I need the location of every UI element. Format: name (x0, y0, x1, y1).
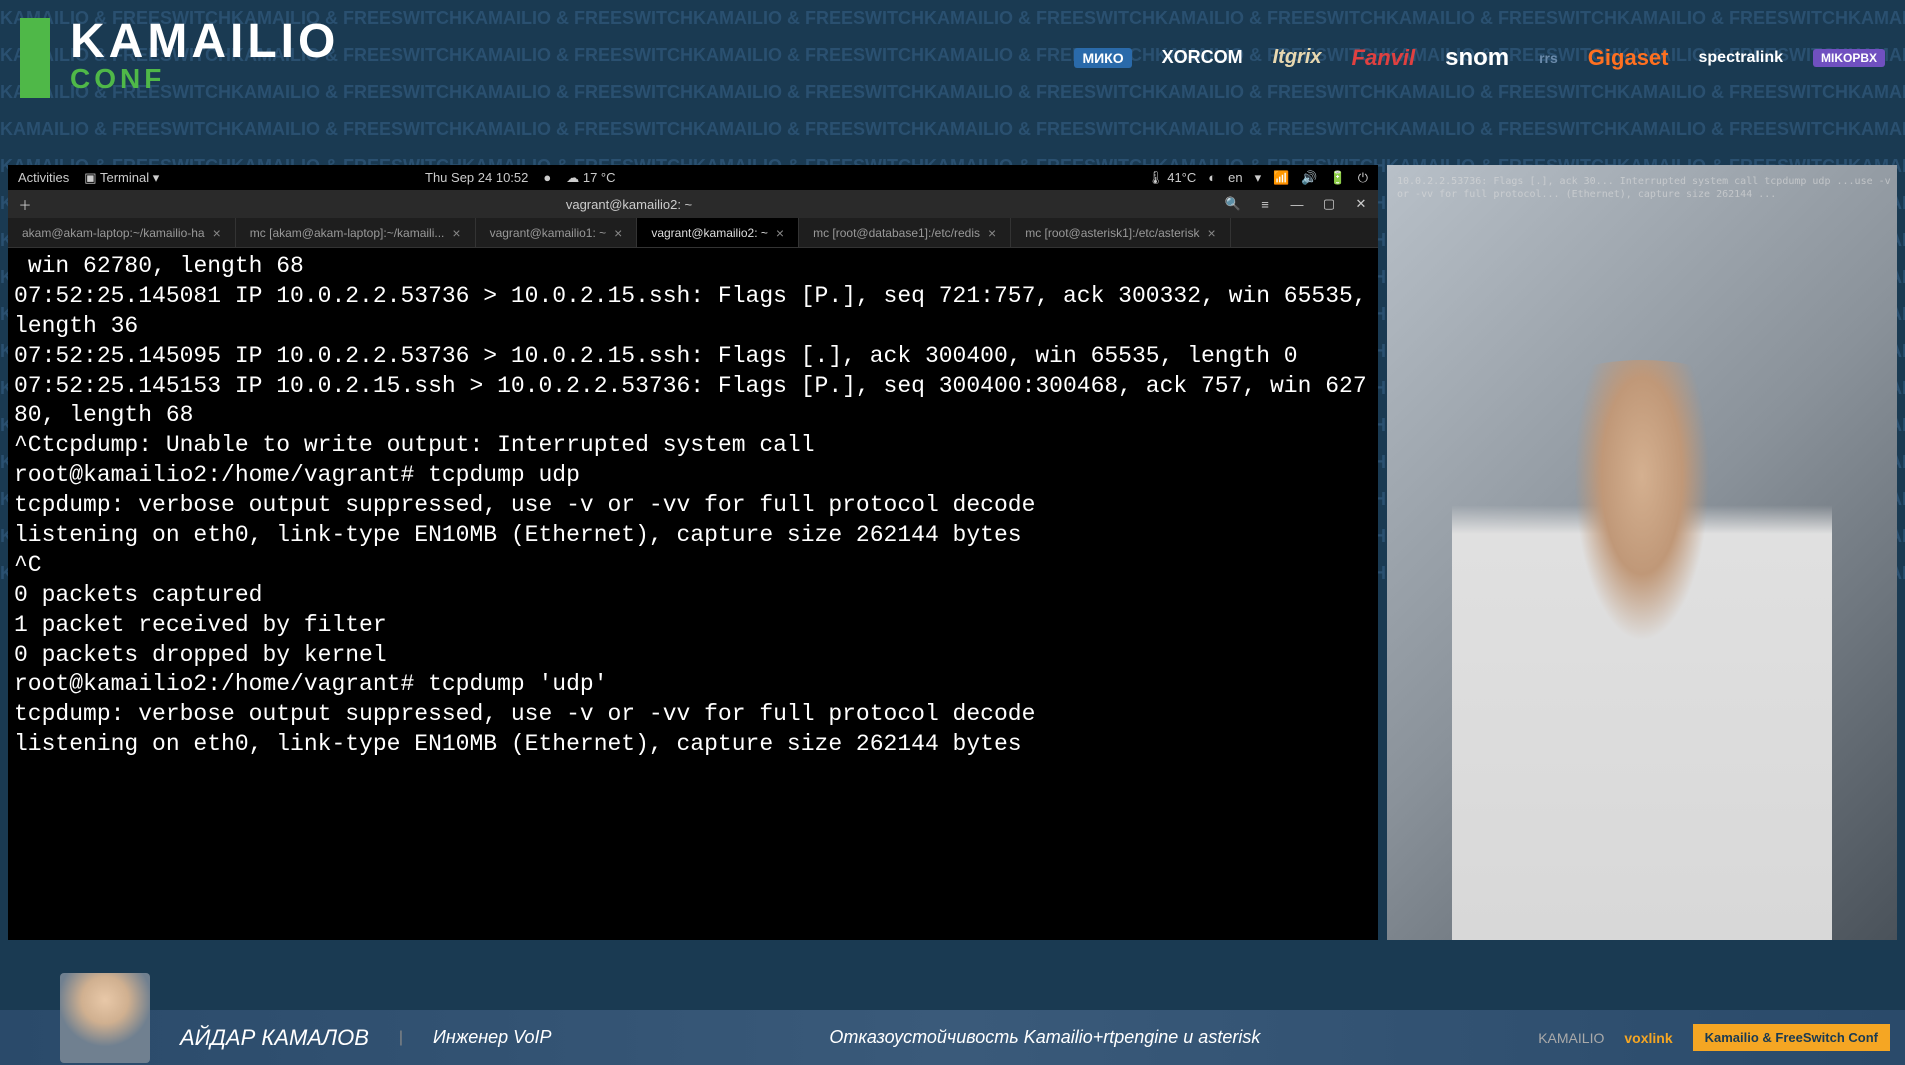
tab-close-icon[interactable]: × (452, 225, 460, 241)
footer-logo-voxlink: voxlink (1624, 1030, 1672, 1046)
conference-badge: Kamailio & FreeSwitch Conf (1693, 1024, 1890, 1051)
maximize-button[interactable]: ▢ (1320, 195, 1338, 213)
presenter-webcam: 10.0.2.2.53736: Flags [.], ack 30... Int… (1387, 165, 1897, 940)
sponsor-gigaset: Gigaset (1588, 45, 1669, 71)
window-title: vagrant@kamailio2: ~ (566, 197, 692, 212)
conference-header: KAMAILIO CONF МИКО XORCOM Itgrix Fanvil … (0, 0, 1905, 115)
volume-icon[interactable]: 🔊 (1301, 170, 1317, 186)
projected-screen-reflection: 10.0.2.2.53736: Flags [.], ack 30... Int… (1397, 175, 1897, 201)
tab-close-icon[interactable]: × (213, 225, 221, 241)
tab-close-icon[interactable]: × (988, 225, 996, 241)
terminal-titlebar: ＋ vagrant@kamailio2: ~ 🔍 ≡ — ▢ ✕ (8, 190, 1378, 218)
tab-close-icon[interactable]: × (1207, 225, 1215, 241)
activities-button[interactable]: Activities (18, 170, 69, 185)
gnome-top-bar: Activities ▣ Terminal ▾ Thu Sep 24 10:52… (8, 165, 1378, 190)
sponsor-rrs: rrs (1539, 50, 1558, 66)
terminal-tab-0[interactable]: akam@akam-laptop:~/kamailio-ha × (8, 218, 236, 247)
logo-accent-bar (20, 18, 50, 98)
sponsor-mikopbx: MIKOPBX (1813, 49, 1885, 67)
tab-label: vagrant@kamailio2: ~ (651, 226, 768, 240)
sponsor-row: МИКО XORCOM Itgrix Fanvil snom rrs Gigas… (1074, 44, 1885, 72)
sponsor-spectralink: spectralink (1699, 49, 1783, 67)
battery-icon[interactable]: 🔋 (1330, 170, 1346, 186)
sponsor-itgrix: Itgrix (1273, 46, 1322, 69)
presenter-silhouette (1452, 360, 1832, 940)
notification-dot-icon: ● (543, 170, 551, 185)
terminal-tab-2[interactable]: vagrant@kamailio1: ~ × (476, 218, 638, 247)
wifi-icon[interactable]: 📶 (1273, 170, 1289, 186)
sponsor-xorcom: XORCOM (1162, 47, 1243, 68)
terminal-app-indicator[interactable]: ▣ Terminal ▾ (84, 170, 159, 186)
terminal-tab-1[interactable]: mc [akam@akam-laptop]:~/kamaili... × (236, 218, 476, 247)
sponsor-snom: snom (1445, 44, 1509, 72)
tab-label: vagrant@kamailio1: ~ (490, 226, 607, 240)
tray-icon[interactable]: ◐ (1208, 170, 1216, 185)
search-icon[interactable]: 🔍 (1224, 195, 1242, 213)
terminal-tab-bar: akam@akam-laptop:~/kamailio-ha×mc [akam@… (8, 218, 1378, 248)
terminal-tab-3[interactable]: vagrant@kamailio2: ~ × (637, 218, 799, 247)
hamburger-menu-icon[interactable]: ≡ (1256, 195, 1274, 213)
sponsor-fanvil: Fanvil (1352, 45, 1416, 71)
talk-title: Отказоустойчивость Kamailio+rtpengine и … (829, 1027, 1260, 1048)
power-icon[interactable]: ⏻ (1358, 170, 1368, 186)
terminal-tab-5[interactable]: mc [root@asterisk1]:/etc/asterisk × (1011, 218, 1230, 247)
presenter-name: АЙДАР КАМАЛОВ (180, 1025, 369, 1051)
tab-close-icon[interactable]: × (776, 225, 784, 241)
cpu-temp-label: 🌡 41°C (1147, 170, 1196, 186)
presenter-photo (60, 973, 150, 1063)
new-tab-button[interactable]: ＋ (16, 195, 34, 213)
tab-label: akam@akam-laptop:~/kamailio-ha (22, 226, 205, 240)
tab-label: mc [akam@akam-laptop]:~/kamaili... (250, 226, 445, 240)
minimize-button[interactable]: — (1288, 195, 1306, 213)
tab-label: mc [root@database1]:/etc/redis (813, 226, 980, 240)
tab-label: mc [root@asterisk1]:/etc/asterisk (1025, 226, 1199, 240)
close-button[interactable]: ✕ (1352, 195, 1370, 213)
divider: | (399, 1029, 403, 1047)
screen-share: Activities ▣ Terminal ▾ Thu Sep 24 10:52… (8, 165, 1378, 940)
tab-close-icon[interactable]: × (614, 225, 622, 241)
lower-third: АЙДАР КАМАЛОВ | Инженер VoIP Отказоустой… (0, 1010, 1905, 1065)
footer-logo-kamailio: KAMAILIO (1538, 1030, 1604, 1046)
datetime-label[interactable]: Thu Sep 24 10:52 (425, 170, 528, 185)
weather-label: ☁ 17 °C (566, 170, 615, 186)
sponsor-miko: МИКО (1074, 48, 1131, 68)
terminal-tab-4[interactable]: mc [root@database1]:/etc/redis × (799, 218, 1011, 247)
presenter-role: Инженер VoIP (433, 1027, 551, 1048)
terminal-output[interactable]: win 62780, length 68 07:52:25.145081 IP … (8, 248, 1378, 940)
language-indicator[interactable]: en (1228, 170, 1242, 185)
conference-logo: KAMAILIO CONF (20, 18, 339, 98)
network-icon[interactable]: ▾ (1255, 170, 1262, 186)
logo-main-text: KAMAILIO (70, 20, 339, 63)
